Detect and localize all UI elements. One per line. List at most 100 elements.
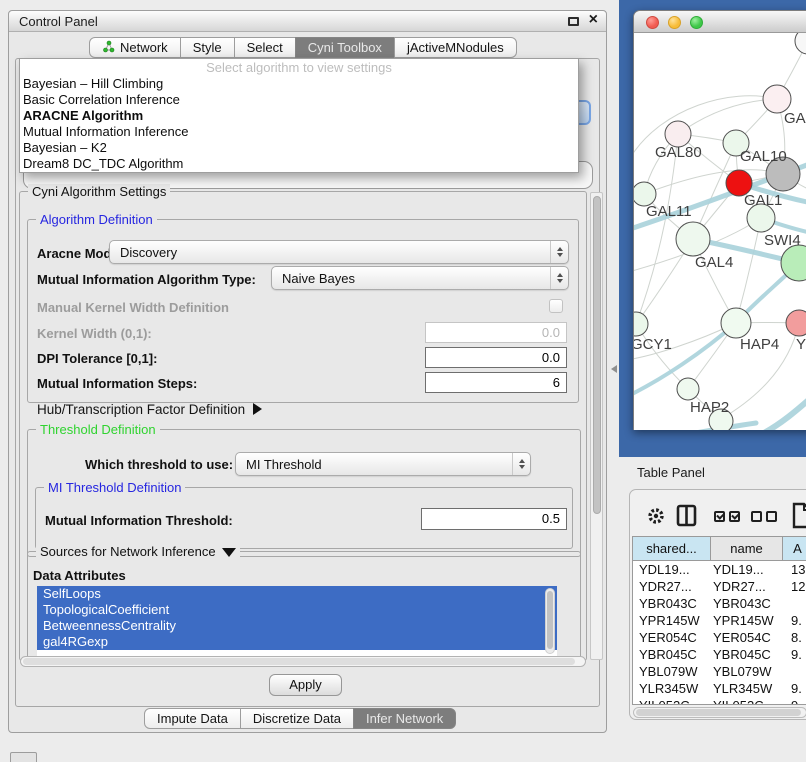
network-node-y[interactable] — [786, 310, 806, 336]
attribute-item-gal4rgexp[interactable]: gal4RGexp — [37, 634, 557, 650]
network-window-titlebar[interactable] — [634, 11, 806, 33]
minimize-traffic-light-icon[interactable] — [668, 16, 681, 29]
which-threshold-combo[interactable]: MI Threshold — [235, 452, 531, 476]
table-row[interactable]: YBR045CYBR045C9. — [633, 646, 806, 663]
network-canvas[interactable]: GALGAL80GAL10GAL1GAL11GAL4SWI4GCY1HAP4YH… — [634, 33, 806, 430]
mi-threshold-field[interactable]: 0.5 — [421, 508, 567, 530]
tab-style-label: Style — [193, 40, 222, 55]
close-icon[interactable]: × — [589, 11, 598, 29]
table-horizontal-scrollbar[interactable] — [633, 707, 806, 718]
mi-algorithm-type-value: Naive Bayes — [282, 271, 355, 286]
new-table-icon[interactable] — [792, 502, 806, 534]
tab-cyni-toolbox[interactable]: Cyni Toolbox — [295, 37, 395, 58]
network-edge[interactable] — [736, 218, 761, 323]
attributes-list-scrollbar[interactable] — [545, 588, 555, 654]
zoom-traffic-light-icon[interactable] — [690, 16, 703, 29]
table-row[interactable]: YPR145WYPR145W9. — [633, 612, 806, 629]
hub-transcription-factor-section[interactable]: Hub/Transcription Factor Definition — [37, 402, 262, 417]
network-node-label: GAL4 — [695, 254, 733, 271]
table-row[interactable]: YLR345WYLR345W9. — [633, 680, 806, 697]
network-node-hap4[interactable] — [721, 308, 751, 338]
stepper-arrows-icon — [512, 453, 530, 475]
which-threshold-label: Which threshold to use: — [85, 457, 233, 472]
table-row[interactable]: YDR27...YDR27...12 — [633, 578, 806, 595]
table-cell: YLR345W — [633, 680, 711, 697]
table-header-row: shared...nameA — [633, 537, 806, 561]
attribute-item-topologicalcoefficient[interactable]: TopologicalCoefficient — [37, 602, 557, 618]
aracne-mode-combo[interactable]: Discovery — [109, 240, 569, 264]
attributes-list-scrollbar-thumb[interactable] — [547, 591, 553, 649]
select-all-checks-icon[interactable] — [714, 511, 740, 522]
table-row[interactable]: YBR043CYBR043C — [633, 595, 806, 612]
table-cell — [783, 595, 806, 612]
table-row[interactable]: YDL19...YDL19...13 — [633, 561, 806, 578]
bottom-tab-impute-data[interactable]: Impute Data — [144, 708, 241, 729]
network-node-label: GAL10 — [740, 148, 787, 165]
column-header-shared[interactable]: shared... — [633, 537, 711, 560]
tab-jactivemnodules[interactable]: jActiveMNodules — [394, 37, 517, 58]
table-cell: YDR27... — [711, 578, 783, 595]
network-node-gal[interactable] — [763, 85, 791, 113]
sources-title[interactable]: Sources for Network Inference — [36, 544, 240, 559]
deselect-all-checks-icon[interactable] — [751, 511, 777, 522]
column-header-name[interactable]: name — [711, 537, 783, 560]
table-row[interactable]: YER054CYER054C8. — [633, 629, 806, 646]
network-edge[interactable] — [764, 397, 806, 430]
settings-vertical-scrollbar[interactable] — [590, 192, 603, 660]
table-cell: YLR345W — [711, 680, 783, 697]
manual-kernel-width-checkbox[interactable] — [549, 299, 563, 313]
tab-cyni-toolbox-label: Cyni Toolbox — [308, 40, 382, 55]
settings-horizontal-scrollbar[interactable] — [20, 656, 586, 667]
float-window-icon[interactable] — [568, 17, 579, 26]
column-header-a[interactable]: A — [783, 537, 806, 560]
table-panel-title: Table Panel — [637, 465, 705, 480]
table-row[interactable]: YBL079WYBL079W — [633, 663, 806, 680]
table-cell: YPR145W — [633, 612, 711, 629]
algorithm-dropdown-placeholder: Select algorithm to view settings — [20, 59, 578, 76]
dpi-tolerance-field[interactable]: 0.0 — [425, 347, 567, 368]
expanded-arrow-icon — [222, 548, 236, 557]
network-node-gcy1[interactable] — [634, 312, 648, 336]
network-node-gal4[interactable] — [676, 222, 710, 256]
sources-title-text: Sources for Network Inference — [40, 544, 216, 559]
network-edge[interactable] — [634, 423, 756, 430]
mi-steps-field[interactable]: 6 — [425, 372, 567, 393]
network-node[interactable] — [795, 33, 806, 54]
tab-select[interactable]: Select — [234, 37, 296, 58]
algorithm-option-aracne-algorithm[interactable]: ARACNE Algorithm — [20, 108, 578, 124]
algorithm-option-dream8-dc-tdc-algorithm[interactable]: Dream8 DC_TDC Algorithm — [20, 156, 578, 172]
gear-icon[interactable] — [646, 506, 666, 531]
tab-network[interactable]: Network — [89, 37, 181, 58]
bottom-tab-infer-network[interactable]: Infer Network — [353, 708, 456, 729]
algorithm-option-bayesian-hill-climbing[interactable]: Bayesian – Hill Climbing — [20, 76, 578, 92]
floating-grip-button[interactable] — [10, 752, 37, 762]
table-cell: 9. — [783, 646, 806, 663]
network-view-window: GALGAL80GAL10GAL1GAL11GAL4SWI4GCY1HAP4YH… — [633, 10, 806, 430]
attribute-item-betweennesscentrality[interactable]: BetweennessCentrality — [37, 618, 557, 634]
table-horizontal-scrollbar-thumb[interactable] — [636, 709, 801, 716]
columns-icon[interactable] — [676, 504, 698, 533]
apply-button[interactable]: Apply — [269, 674, 342, 696]
table-cell: YBR045C — [633, 646, 711, 663]
table-row[interactable]: YIL052CYIL052C9 — [633, 697, 806, 705]
algorithm-option-basic-correlation-inference[interactable]: Basic Correlation Inference — [20, 92, 578, 108]
close-traffic-light-icon[interactable] — [646, 16, 659, 29]
settings-horizontal-scrollbar-thumb[interactable] — [23, 658, 575, 665]
bottom-tab-discretize-data[interactable]: Discretize Data — [240, 708, 354, 729]
mi-threshold-label: Mutual Information Threshold: — [45, 513, 233, 528]
aracne-mode-value: Discovery — [120, 245, 177, 260]
algorithm-option-mutual-information-inference[interactable]: Mutual Information Inference — [20, 124, 578, 140]
settings-vertical-scrollbar-thumb[interactable] — [593, 196, 601, 514]
network-node-hap2[interactable] — [677, 378, 699, 400]
tab-select-label: Select — [247, 40, 283, 55]
mi-algorithm-type-combo[interactable]: Naive Bayes — [271, 266, 569, 290]
network-edge[interactable] — [678, 99, 777, 134]
table-cell: 9. — [783, 680, 806, 697]
tab-style[interactable]: Style — [180, 37, 235, 58]
algorithm-option-bayesian-k2[interactable]: Bayesian – K2 — [20, 140, 578, 156]
splitter-collapse-icon[interactable] — [611, 365, 617, 373]
mi-steps-label: Mutual Information Steps: — [37, 376, 197, 391]
network-node-label: Y — [796, 336, 806, 353]
kernel-width-field[interactable]: 0.0 — [425, 322, 567, 343]
attribute-item-selfloops[interactable]: SelfLoops — [37, 586, 557, 602]
